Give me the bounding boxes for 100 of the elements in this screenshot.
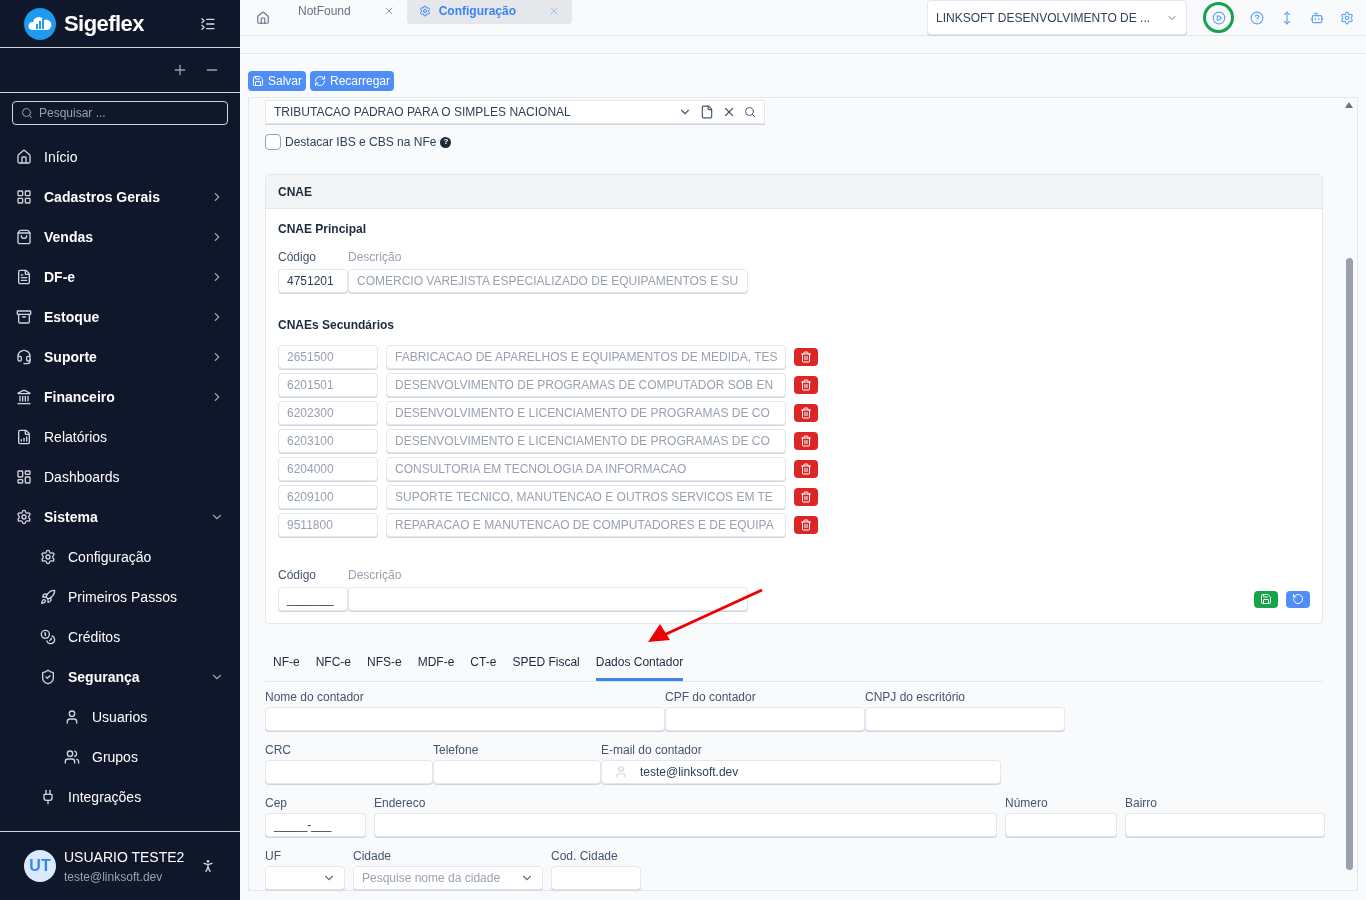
page-tab[interactable]: NotFound [286,0,407,24]
input-field[interactable] [374,813,997,837]
tab[interactable]: NF-e [273,653,300,681]
sidebar-item[interactable]: Financeiro [0,377,240,417]
tab[interactable]: SPED Fiscal [512,653,580,681]
save-button[interactable] [1254,590,1278,608]
settings-icon [418,4,431,17]
tab[interactable]: CT-e [470,653,497,681]
trash-icon [800,351,812,363]
undo-icon [1292,593,1304,605]
tab[interactable]: Dados Contador [595,653,684,681]
tab[interactable]: NFC-e [315,653,351,681]
field-label: E-mail do contador [601,742,703,759]
sidebar-item[interactable]: DF-e [0,257,240,297]
delete-button[interactable] [794,376,818,394]
expand-all-icon[interactable] [172,62,188,78]
clear-icon[interactable] [722,105,736,119]
search-field[interactable]: Pesquisar ... [12,101,228,125]
input-field[interactable] [1005,813,1117,837]
field-label: Cidade [353,848,393,865]
delete-button[interactable] [794,348,818,366]
sidebar-item[interactable]: Sistema [0,497,240,537]
tab[interactable]: MDF-e [417,653,455,681]
help-icon[interactable] [1250,10,1264,25]
trash-icon [800,379,812,391]
sidebar-item[interactable]: Estoque [0,297,240,337]
trash-icon [800,435,812,447]
bag-icon [16,229,32,245]
user-icon [64,709,80,725]
sidebar-item[interactable]: Grupos [0,737,240,777]
settings-icon[interactable] [1340,10,1354,25]
field-label: Bairro [1125,795,1158,812]
tax-profile-select[interactable]: TRIBUTACAO PADRAO PARA O SIMPLES NACIONAL [265,100,765,124]
code-field[interactable]: _______ [278,587,348,611]
plug-icon [40,789,56,805]
tab[interactable]: NFS-e [367,653,402,681]
trash-icon [800,407,812,419]
delete-button[interactable] [794,516,818,534]
play-icon[interactable] [1211,10,1226,25]
input-field[interactable] [551,866,641,890]
sidebar-item[interactable]: Créditos [0,617,240,657]
input-field[interactable] [265,707,665,731]
collapse-menu-icon[interactable] [200,15,216,32]
company-select[interactable]: LINKSOFT DESENVOLVIMENTO DE ... [927,0,1187,35]
select-field[interactable] [265,866,345,890]
sidebar-item[interactable]: Usuarios [0,697,240,737]
sidebar-item[interactable]: Início [0,137,240,177]
delete-button[interactable] [794,432,818,450]
house-icon [16,149,32,165]
trash-icon [800,519,812,531]
sidebar-item[interactable]: Configuração [0,537,240,577]
input-field[interactable] [265,760,433,784]
sidebar-item[interactable]: Relatórios [0,417,240,457]
sidebar-item[interactable]: Cadastros Gerais [0,177,240,217]
rocket-icon [40,589,56,605]
home-tab-icon[interactable] [256,10,270,25]
section-title: CNAEs Secundários [278,317,396,334]
delete-button[interactable] [794,404,818,422]
trash-icon [800,491,812,503]
field-label: CNPJ do escritório [865,689,967,706]
input-field[interactable] [665,707,865,731]
user-name: USUARIO TESTE2 [64,847,186,867]
archive-icon [16,309,32,325]
scroll-up-icon[interactable] [1345,102,1353,108]
description-field[interactable] [348,587,748,611]
robot-icon[interactable] [1310,10,1324,25]
undo-button[interactable] [1286,590,1310,608]
input-field[interactable]: _____-___ [265,813,366,837]
help-badge[interactable]: ? [440,136,452,148]
input-field[interactable] [865,707,1065,731]
code-field[interactable]: 4751201 [278,269,348,293]
sidebar-item[interactable]: Integrações [0,777,240,817]
email-field[interactable]: teste@linksoft.dev [601,760,1001,784]
sidebar-item[interactable]: Primeiros Passos [0,577,240,617]
delete-button[interactable] [794,488,818,506]
checkbox[interactable] [265,134,281,150]
checkbox-label: Destacar IBS e CBS na NFe [285,134,437,151]
settings-icon [40,549,56,565]
field-label: Endereco [374,795,427,812]
user-email: teste@linksoft.dev [64,868,164,886]
field-label: Descrição [348,249,402,266]
sidebar-item[interactable]: Segurança [0,657,240,697]
input-field[interactable] [433,760,601,784]
field-label: Cod. Cidade [551,848,619,865]
user-icon [614,765,628,779]
document-icon[interactable] [700,105,714,119]
field-label: Número [1005,795,1049,812]
refresh-icon [314,75,326,87]
input-field[interactable] [1125,813,1325,837]
sidebar-item[interactable]: Dashboards [0,457,240,497]
field-label: Telefone [433,742,480,759]
sidebar-item[interactable]: Suporte [0,337,240,377]
save-icon [1260,593,1272,605]
sidebar-item[interactable]: Vendas [0,217,240,257]
field-label: UF [265,848,282,865]
trash-icon [800,463,812,475]
field-label: Código [278,249,318,266]
delete-button[interactable] [794,460,818,478]
dashboard-icon [16,469,32,485]
search-icon[interactable] [744,106,756,118]
